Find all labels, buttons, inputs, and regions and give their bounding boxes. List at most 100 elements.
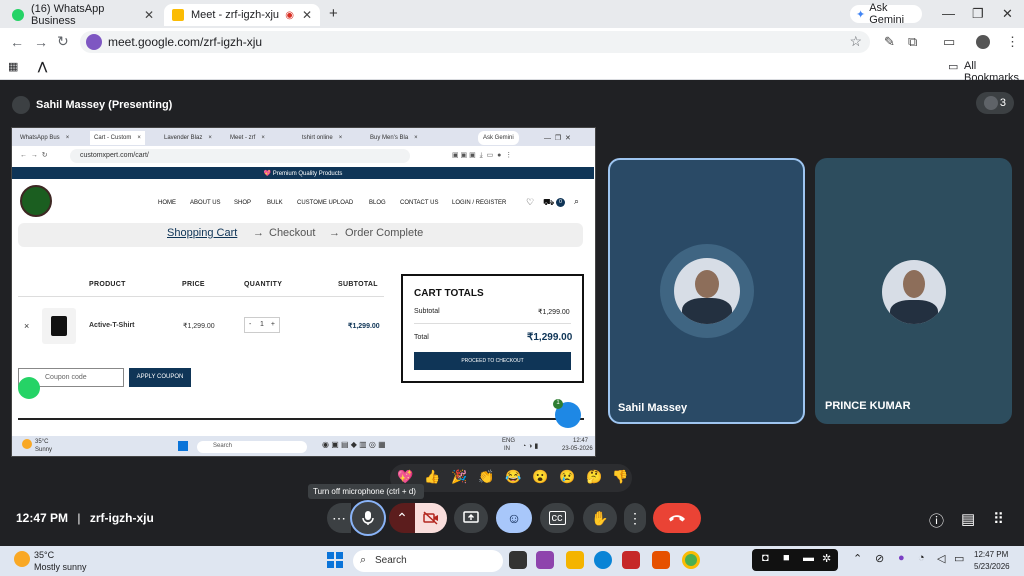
reaction-surprised[interactable]: 😮 [532,469,548,485]
url-text: meet.google.com/zrf-igzh-xju [108,35,263,49]
reload-icon[interactable]: ↻ [57,33,69,50]
pen-icon[interactable]: ✎ [884,34,895,50]
camera-button[interactable] [415,503,447,533]
record-icon[interactable]: ■ [783,552,790,564]
reaction-clap[interactable]: 👏 [478,469,494,485]
store-icon[interactable] [622,551,640,569]
start-icon [178,441,188,451]
participant-tile-sahil[interactable]: Sahil Massey [608,158,805,424]
reaction-party[interactable]: 🎉 [451,469,467,485]
xampp-icon[interactable] [652,551,670,569]
copilot-icon[interactable] [536,551,554,569]
restore-icon[interactable]: ❐ [972,6,984,22]
heart-icon: ♡ [526,197,535,207]
bookmark-star-icon[interactable]: ☆ [849,33,862,50]
windows-start-icon[interactable] [327,552,343,568]
screenshot-icon[interactable]: ◘ [762,552,769,564]
customxpert-logo [20,185,52,217]
shared-url: customxpert.com/cart/ [70,149,410,163]
chevron-up-icon[interactable]: ⌃ [853,552,862,565]
battery-icon[interactable]: ▭ [954,552,964,565]
more-options-button[interactable]: ⋮ [624,503,646,533]
promo-banner: 💖 Premium Quality Products [12,167,594,179]
shared-tab-label: Meet - zrf [230,135,256,141]
search-icon: ⌕ [360,554,367,566]
forward-icon[interactable]: → [34,34,48,50]
adidas-bookmark-icon[interactable]: ⋀ [38,60,47,73]
reaction-thinking[interactable]: 🤔 [586,469,602,485]
hotspot-icon[interactable]: ⊘ [875,552,884,565]
reaction-heart[interactable]: 💖 [397,469,413,485]
present-button[interactable] [454,503,488,533]
taskbar-search[interactable]: ⌕ Search [353,550,503,572]
close-icon: × [65,135,70,141]
raise-hand-button[interactable]: ✋ [583,503,617,533]
video-options-button[interactable]: ⌃ [389,503,415,533]
tab-whatsapp[interactable]: (16) WhatsApp Business ✕ [4,3,162,27]
close-icon[interactable]: ✕ [144,8,154,22]
weather-sun-icon[interactable] [14,551,30,567]
reaction-thumbs-down[interactable]: 👎 [612,469,628,485]
reactions-button[interactable]: ☺ [496,503,532,533]
shared-ask-gemini-label: Ask Gemini [483,135,514,141]
people-button[interactable]: 3 [976,92,1014,114]
tshirt-icon [51,316,67,336]
chrome-icon[interactable] [682,551,700,569]
new-tab-icon[interactable]: + [329,5,338,22]
participant-tile-prince[interactable]: PRINCE KUMAR [815,158,1012,424]
captions-button[interactable]: cc [540,503,574,533]
folder-icon[interactable]: ▬ [803,552,814,564]
profile-avatar[interactable] [976,35,990,49]
activities-icon[interactable]: ⠿ [993,510,1004,528]
back-icon[interactable]: ← [10,34,24,50]
close-icon[interactable]: ✕ [302,8,312,22]
camera-off-icon [423,511,438,525]
taskbar-clock-date[interactable]: 5/23/2026 [974,562,1010,571]
wifi-icon[interactable]: ◔ [918,552,925,564]
reaction-laugh[interactable]: 😂 [505,469,521,485]
whatsapp-icon [12,9,24,21]
omnibox[interactable]: meet.google.com/zrf-igzh-xju ☆ [80,31,870,53]
shared-tab: Lavender Blaz × [164,131,212,145]
menu-dots-icon[interactable]: ⋮ [1006,34,1019,50]
shared-weather: Sunny [35,447,53,453]
shared-tab-label: tshirt online [302,135,333,141]
extensions-icon[interactable]: ⧉ [908,34,917,50]
apps-grid-icon[interactable]: ▦ [8,60,18,73]
search-icon: ⌕ [574,196,580,206]
audio-options-button[interactable]: ⋯ [327,503,351,533]
microphone-button[interactable] [350,500,386,536]
reaction-thumbs-up[interactable]: 👍 [424,469,440,485]
all-bookmarks-link[interactable]: All Bookmarks [964,60,1024,84]
mic-in-use-icon[interactable]: ● [898,552,905,564]
th-product: PRODUCT [89,281,126,288]
separator: | [77,511,81,525]
menu-upload: CUSTOME UPLOAD [297,200,354,206]
shared-tab-label: WhatsApp Bus [20,135,60,141]
taskbar-clock-time[interactable]: 12:47 PM [974,550,1008,559]
mic-tooltip: Turn off microphone (ctrl + d) [308,484,424,499]
reaction-sad[interactable]: 😢 [559,469,575,485]
close-icon: × [208,135,212,141]
minimize-icon[interactable]: — [942,6,955,21]
wifi-icon: ◔ ◑ ▮ [522,443,539,450]
menu-blog: BLOG [369,200,386,206]
site-info-icon[interactable] [86,34,102,50]
file-explorer-icon[interactable] [566,551,584,569]
info-icon[interactable]: ⓘ [929,510,944,531]
avatar-body [890,300,938,324]
cast-icon[interactable]: ▭ [943,34,955,50]
avatar-head [903,270,925,298]
chat-icon[interactable]: ▤ [961,510,975,528]
close-window-icon[interactable]: ✕ [1002,6,1013,22]
menu-login: LOGIN / REGISTER [452,200,507,206]
end-call-button[interactable] [653,503,701,533]
task-view-icon[interactable] [509,551,527,569]
close-icon: × [338,135,343,141]
edge-icon[interactable] [594,551,612,569]
settings-gear-icon[interactable]: ✲ [822,552,831,565]
th-quantity: QUANTITY [244,281,283,288]
volume-icon[interactable]: ◁ [937,552,945,565]
tab-meet[interactable]: Meet - zrf-igzh-xju ◉ ✕ [164,4,320,26]
ask-gemini-button[interactable]: ✦ Ask Gemini [850,2,922,26]
